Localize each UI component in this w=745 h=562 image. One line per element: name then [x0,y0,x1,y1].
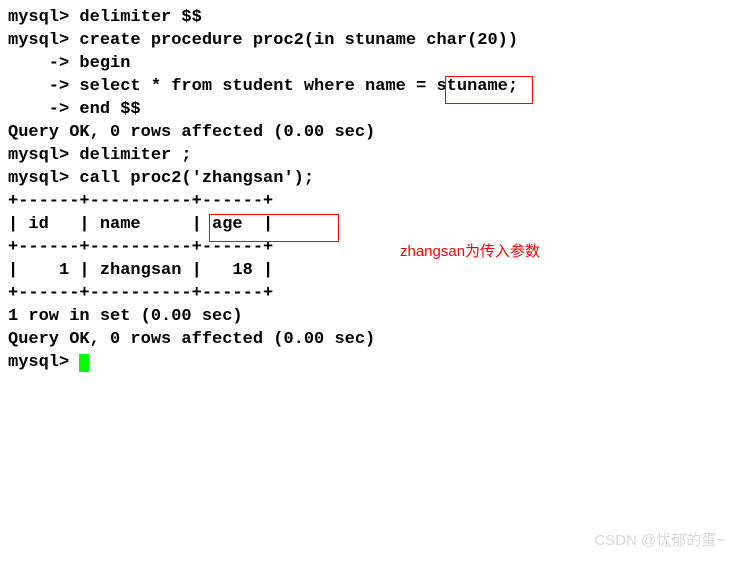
terminal-line: mysql> delimiter $$ [8,6,737,29]
terminal-line: 1 row in set (0.00 sec) [8,305,737,328]
terminal-output: mysql> delimiter $$ mysql> create proced… [8,6,737,374]
terminal-line: | id | name | age | [8,213,737,236]
annotation-text: zhangsan为传入参数 [400,240,540,263]
terminal-line: mysql> create procedure proc2(in stuname… [8,29,737,52]
terminal-prompt-line[interactable]: mysql> [8,351,737,374]
watermark-text: CSDN @忧郁的蛋~ [594,529,725,552]
terminal-line: -> end $$ [8,98,737,121]
terminal-line: +------+----------+------+ [8,190,737,213]
terminal-prompt: mysql> [8,353,79,372]
terminal-line: | 1 | zhangsan | 18 | [8,259,737,282]
terminal-line: Query OK, 0 rows affected (0.00 sec) [8,121,737,144]
terminal-line: mysql> delimiter ; [8,144,737,167]
cursor-icon [79,354,89,372]
terminal-line: Query OK, 0 rows affected (0.00 sec) [8,328,737,351]
terminal-line: +------+----------+------+ [8,236,737,259]
terminal-line: mysql> call proc2('zhangsan'); [8,167,737,190]
terminal-line: -> begin [8,52,737,75]
terminal-line: +------+----------+------+ [8,282,737,305]
terminal-line: -> select * from student where name = st… [8,75,737,98]
